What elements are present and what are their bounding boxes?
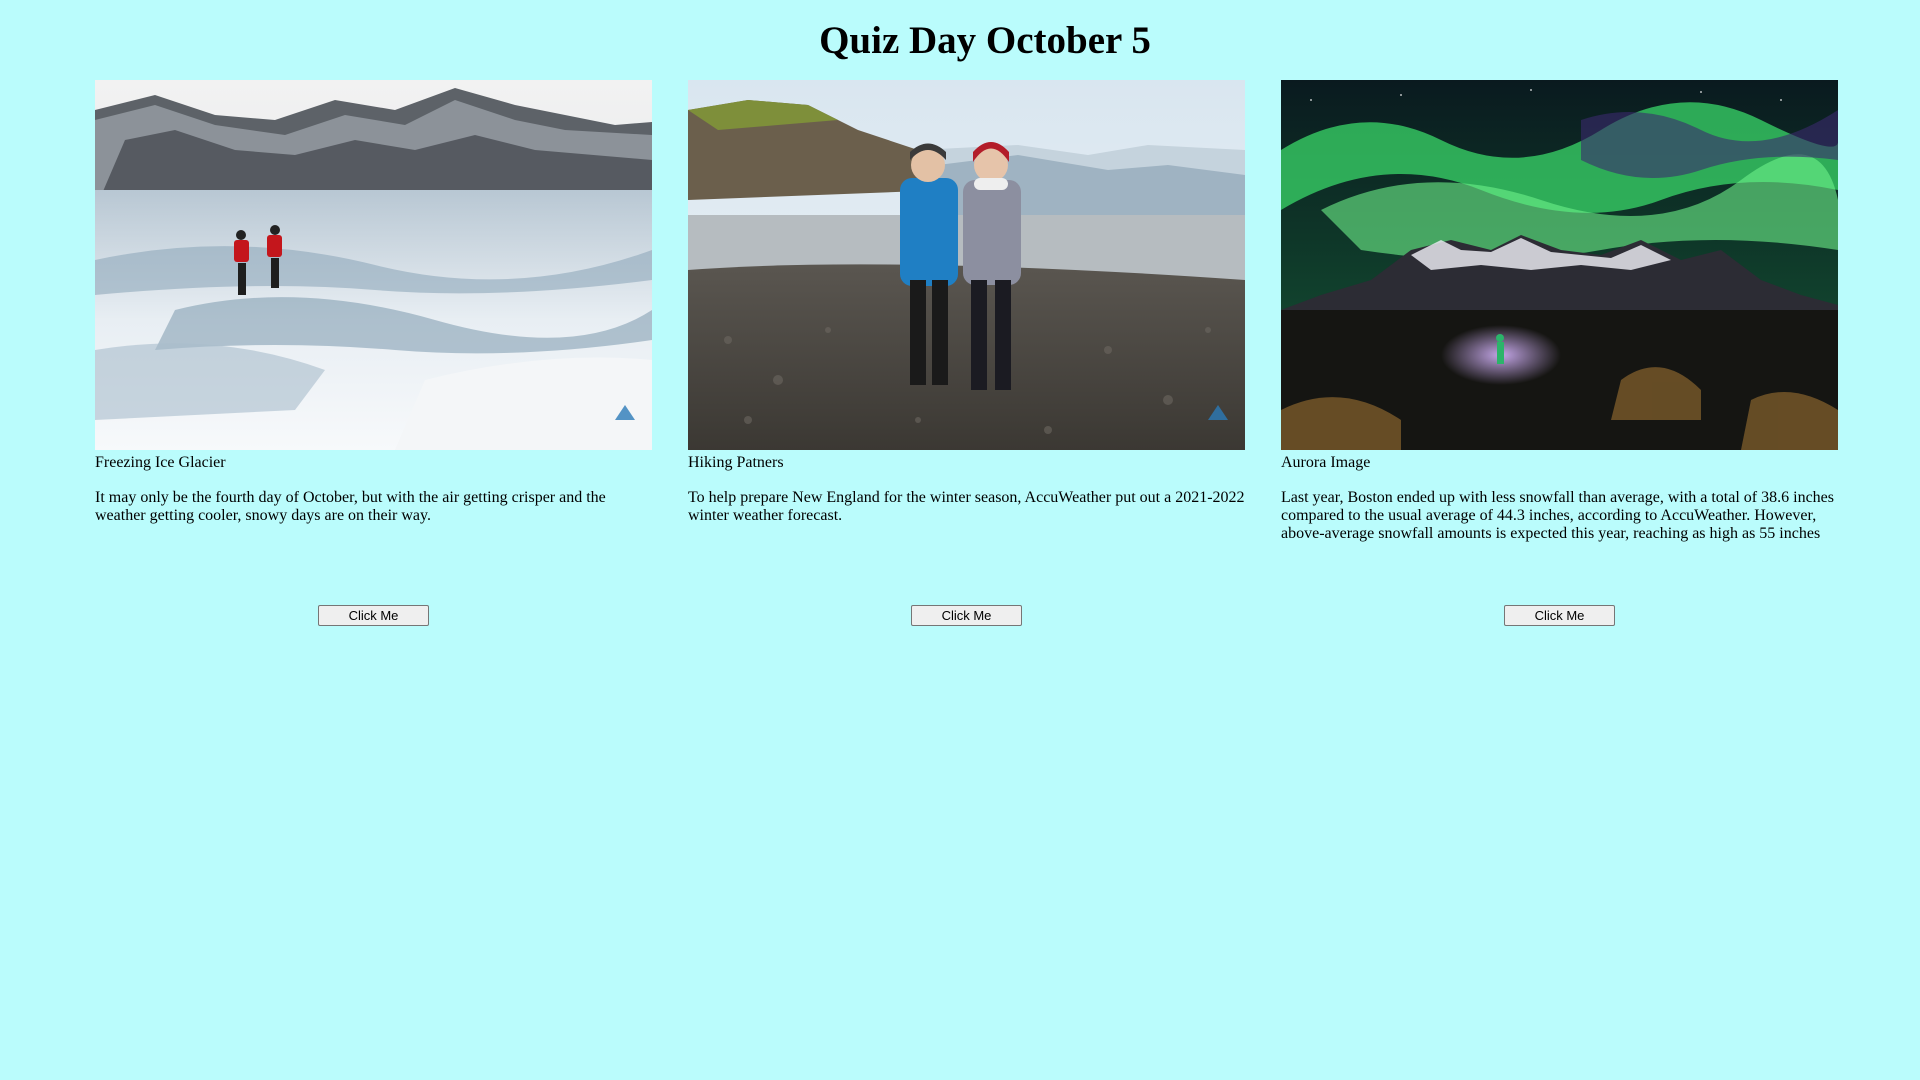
hiking-photo [688,80,1245,450]
card-description: It may only be the fourth day of October… [95,489,606,524]
button-wrap: Click Me [95,605,652,626]
page-title: Quiz Day October 5 [819,19,1151,62]
card-caption: Hiking Patners [688,454,784,471]
card-hiking: Hiking Patners To help prepare New Engla… [688,80,1245,626]
click-me-button[interactable]: Click Me [1504,605,1615,626]
button-wrap: Click Me [1281,605,1838,626]
click-me-button[interactable]: Click Me [318,605,429,626]
card-aurora: Aurora Image Last year, Boston ended up … [1281,80,1838,626]
card-caption: Aurora Image [1281,454,1371,471]
card-description: To help prepare New England for the wint… [688,489,1245,524]
card-description: Last year, Boston ended up with less sno… [1281,489,1834,542]
glacier-photo [95,80,652,450]
card-glacier: Freezing Ice Glacier It may only be the … [95,80,652,626]
card-caption: Freezing Ice Glacier [95,454,226,471]
aurora-photo [1281,80,1838,450]
button-wrap: Click Me [688,605,1245,626]
click-me-button[interactable]: Click Me [911,605,1022,626]
